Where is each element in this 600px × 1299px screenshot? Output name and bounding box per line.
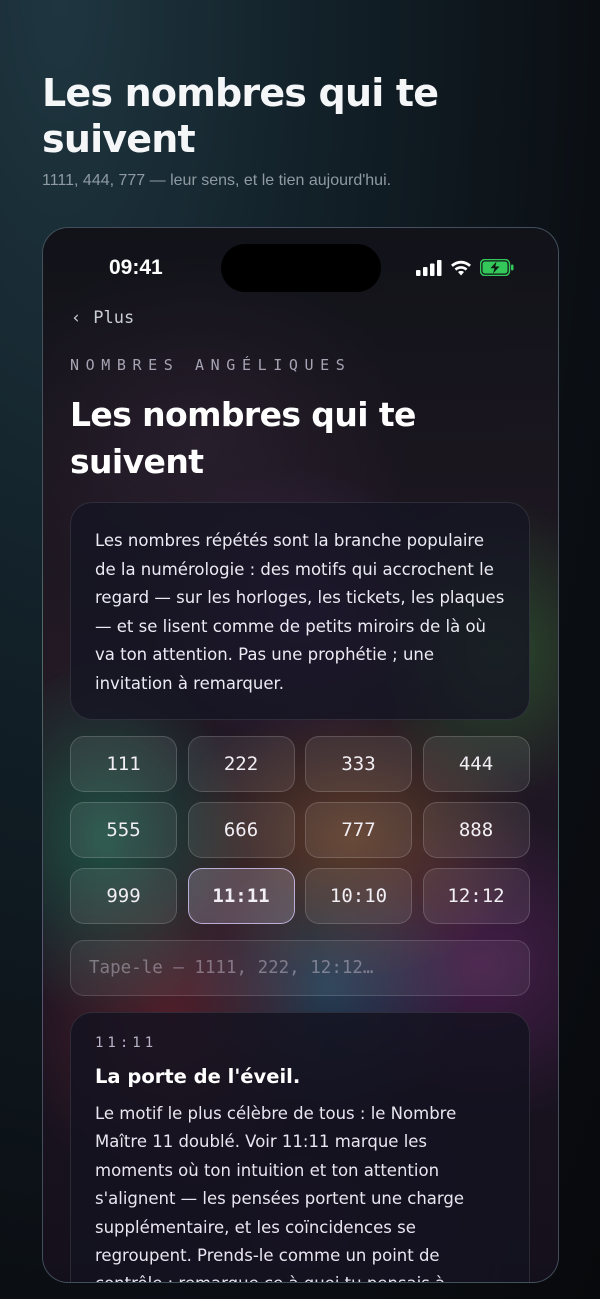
- number-search-field: [70, 940, 530, 996]
- screen-title: Les nombres qui te suivent: [70, 395, 416, 481]
- status-time: 09:41: [109, 256, 163, 279]
- phone-frame: 09:41 ‹ Plus NOMBRES ANGÉLIQUES Les nomb…: [42, 227, 559, 1283]
- detail-body: Le motif le plus célèbre de tous : le No…: [95, 1104, 465, 1282]
- wifi-icon: [451, 260, 471, 275]
- number-chip-222[interactable]: 222: [187, 736, 295, 792]
- number-chip-999[interactable]: 999: [70, 868, 177, 924]
- number-chip-444[interactable]: 444: [422, 736, 530, 792]
- number-chip-555[interactable]: 555: [70, 802, 177, 858]
- page-subtitle: 1111, 444, 777 — leur sens, et le tien a…: [42, 172, 392, 189]
- chevron-left-icon: ‹: [71, 308, 82, 328]
- back-label: Plus: [93, 308, 135, 328]
- detail-number: 11:11: [95, 1035, 158, 1051]
- detail-title: La porte de l'éveil.: [95, 1065, 301, 1088]
- intro-text: Les nombres répétés sont la branche popu…: [95, 531, 505, 693]
- back-button[interactable]: ‹ Plus: [71, 308, 134, 328]
- number-chip-333[interactable]: 333: [305, 736, 412, 792]
- number-grid: 111 222 333 444 555 666 777 888 999 11:1…: [70, 736, 530, 924]
- number-chip-888[interactable]: 888: [422, 802, 530, 858]
- section-eyebrow: NOMBRES ANGÉLIQUES: [70, 356, 352, 374]
- number-chip-111[interactable]: 111: [70, 736, 177, 792]
- detail-card: 11:11 La porte de l'éveil. Le motif le p…: [70, 1012, 530, 1282]
- number-chip-1010[interactable]: 10:10: [305, 868, 412, 924]
- battery-charging-icon: [480, 259, 514, 276]
- number-chip-777[interactable]: 777: [305, 802, 412, 858]
- phone-screen: 09:41 ‹ Plus NOMBRES ANGÉLIQUES Les nomb…: [43, 228, 558, 1282]
- page-title: Les nombres qui te suivent: [42, 71, 439, 161]
- number-chip-1212[interactable]: 12:12: [422, 868, 530, 924]
- status-icons: [416, 259, 514, 276]
- number-chip-1111-selected[interactable]: 11:11: [187, 868, 295, 924]
- dynamic-island: [221, 244, 381, 292]
- intro-card: Les nombres répétés sont la branche popu…: [70, 502, 530, 720]
- number-chip-666[interactable]: 666: [187, 802, 295, 858]
- number-search-input[interactable]: [71, 941, 529, 995]
- signal-icon: [416, 259, 442, 276]
